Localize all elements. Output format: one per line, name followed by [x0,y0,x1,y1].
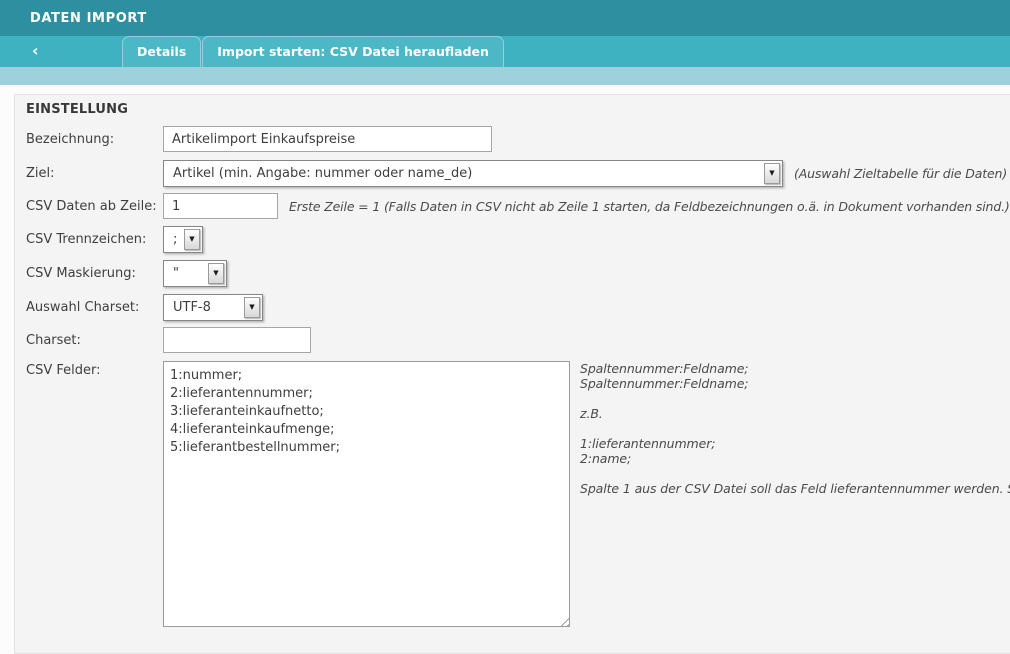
section-title: EINSTELLUNG [26,102,128,117]
charset-input[interactable] [163,327,311,353]
field-label: CSV Daten ab Zeile: [26,199,163,214]
chevron-down-icon: ▼ [249,304,254,311]
app-title-bar: DATEN IMPORT [0,0,1010,36]
tab-details[interactable]: Details [122,36,201,67]
field-hint: Erste Zeile = 1 (Falls Daten in CSV nich… [289,199,1010,214]
field-hint: (Auswahl Zieltabelle für die Daten) [794,166,1007,181]
charset-select[interactable]: UTF-8 ▼ [163,294,263,321]
nav-bar: ‹ Details Import starten: CSV Datei hera… [0,36,1010,67]
maskierung-select[interactable]: " ▼ [163,260,227,287]
form-row-maskierung: CSV Maskierung: " ▼ [26,260,227,287]
trennzeichen-select[interactable]: ; ▼ [163,226,203,253]
dropdown-arrow-button[interactable]: ▼ [184,229,200,250]
chevron-down-icon: ▼ [213,270,218,277]
tab-import-start[interactable]: Import starten: CSV Datei heraufladen [202,36,504,67]
chevron-left-icon: ‹ [32,41,39,60]
field-label: CSV Trennzeichen: [26,232,163,247]
chevron-down-icon: ▼ [769,170,774,177]
field-label: Auswahl Charset: [26,300,163,315]
form-row-csv-start-zeile: CSV Daten ab Zeile: Erste Zeile = 1 (Fal… [26,193,1010,219]
tab-list: Details Import starten: CSV Datei herauf… [122,36,505,67]
form-row-csv-felder: CSV Felder: 1:nummer; 2:lieferantennumme… [26,361,570,627]
dropdown-arrow-button[interactable]: ▼ [244,297,260,318]
field-label: Charset: [26,333,163,348]
chevron-down-icon: ▼ [189,236,194,243]
field-label: CSV Felder: [26,363,163,378]
field-label: Bezeichnung: [26,132,163,147]
dropdown-arrow-button[interactable]: ▼ [208,263,224,284]
csv-felder-textarea[interactable]: 1:nummer; 2:lieferantennummer; 3:liefera… [163,361,570,627]
back-button[interactable]: ‹ [26,36,45,67]
ziel-select[interactable]: Artikel (min. Angabe: nummer oder name_d… [163,160,783,187]
form-row-bezeichnung: Bezeichnung: [26,126,492,152]
form-row-auswahl-charset: Auswahl Charset: UTF-8 ▼ [26,294,263,321]
select-value: Artikel (min. Angabe: nummer oder name_d… [173,166,782,181]
csv-start-zeile-input[interactable] [163,193,278,219]
dropdown-arrow-button[interactable]: ▼ [764,163,780,184]
form-row-trennzeichen: CSV Trennzeichen: ; ▼ [26,226,203,253]
settings-panel: EINSTELLUNG Bezeichnung: Ziel: Artikel (… [14,94,1010,654]
csv-felder-hint: Spaltennummer:Feldname; Spaltennummer:Fe… [580,361,1010,641]
field-label: CSV Maskierung: [26,266,163,281]
form-row-charset: Charset: [26,327,311,353]
form-row-ziel: Ziel: Artikel (min. Angabe: nummer oder … [26,160,1007,187]
field-label: Ziel: [26,166,163,181]
subnav-bar [0,67,1010,85]
page-title: DATEN IMPORT [0,11,147,26]
bezeichnung-input[interactable] [163,126,492,152]
